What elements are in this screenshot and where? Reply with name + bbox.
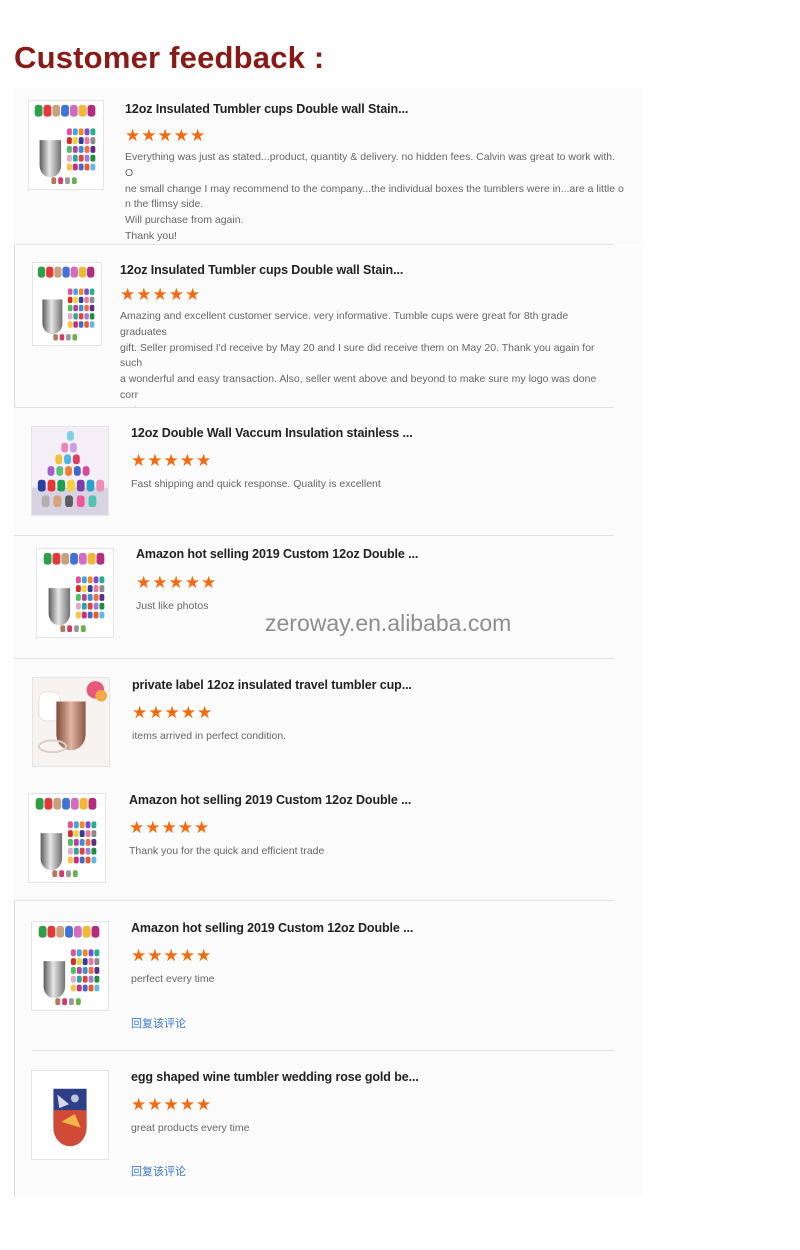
review-card: 12oz Double Wall Vaccum Insulation stain… (14, 408, 642, 536)
review-card: Amazon hot selling 2019 Custom 12oz Doub… (14, 901, 642, 1051)
product-title[interactable]: Amazon hot selling 2019 Custom 12oz Doub… (131, 921, 413, 935)
review-comment-line: Will purchase from again. (125, 214, 244, 227)
product-thumbnail[interactable] (32, 262, 102, 346)
review-comment-line: great products every time (131, 1122, 250, 1134)
review-comment-line: items arrived in perfect condition. (132, 730, 287, 742)
tumbler-color-grid-icon (37, 549, 113, 637)
tumbler-color-grid-icon (29, 101, 103, 189)
page-title: Customer feedback : (14, 40, 325, 75)
product-title[interactable]: 12oz Insulated Tumbler cups Double wall … (125, 102, 408, 116)
rating-stars: ★★★★★ (131, 1095, 213, 1114)
tumbler-flag-print-icon (32, 1071, 108, 1159)
rating-stars: ★★★★★ (120, 285, 202, 304)
rating-stars: ★★★★★ (131, 451, 213, 470)
tumbler-rose-gold-icon (33, 678, 109, 766)
product-title[interactable]: 12oz Insulated Tumbler cups Double wall … (120, 263, 403, 277)
review-card: Amazon hot selling 2019 Custom 12oz Doub… (14, 536, 642, 659)
reply-to-review-link[interactable]: 回复该评论 (131, 1015, 186, 1031)
product-thumbnail[interactable] (31, 426, 109, 516)
product-title[interactable]: 12oz Double Wall Vaccum Insulation stain… (131, 426, 413, 440)
product-title[interactable]: Amazon hot selling 2019 Custom 12oz Doub… (136, 547, 418, 561)
watermark: zeroway.en.alibaba.com (265, 610, 512, 636)
product-title[interactable]: egg shaped wine tumbler wedding rose gol… (131, 1070, 419, 1084)
product-title[interactable]: private label 12oz insulated travel tumb… (132, 678, 412, 692)
divider (14, 246, 15, 408)
rating-stars: ★★★★★ (131, 946, 213, 965)
review-card: 12oz Insulated Tumbler cups Double wall … (14, 88, 642, 245)
review-card: egg shaped wine tumbler wedding rose gol… (14, 1051, 642, 1197)
review-comment-line: n the flimsy side. (125, 198, 204, 211)
product-thumbnail[interactable] (31, 921, 109, 1011)
rating-stars: ★★★★★ (132, 703, 214, 722)
tumbler-stack-icon (32, 427, 108, 515)
divider (14, 1051, 15, 1197)
reply-to-review-link[interactable]: 回复该评论 (131, 1163, 186, 1179)
product-thumbnail[interactable] (32, 677, 110, 767)
review-comment: items arrived in perfect condition. (132, 729, 532, 745)
rating-stars: ★★★★★ (129, 818, 211, 837)
product-thumbnail[interactable] (36, 548, 114, 638)
review-comment: Fast shipping and quick response. Qualit… (131, 477, 601, 493)
product-thumbnail[interactable] (28, 100, 104, 190)
review-comment-line: Amazing and excellent customer service. … (120, 310, 569, 338)
divider (14, 901, 15, 1051)
review-comment-line: ne small change I may recommend to the c… (125, 182, 624, 195)
review-comment-line: gift. Seller promised I'd receive by May… (120, 341, 595, 370)
review-comment: great products every time (131, 1121, 531, 1137)
review-card: 12oz Insulated Tumbler cups Double wall … (14, 246, 642, 417)
rating-stars: ★★★★★ (125, 126, 207, 145)
rating-stars: ★★★★★ (136, 573, 218, 592)
tumbler-color-grid-icon (33, 263, 101, 345)
review-comment: Thank you for the quick and efficient tr… (129, 844, 529, 860)
divider (14, 244, 614, 245)
review-comment: Amazing and excellent customer service. … (120, 309, 600, 420)
review-comment-line: Everything was just as stated...product,… (125, 151, 616, 179)
review-card: private label 12oz insulated travel tumb… (14, 659, 642, 783)
product-thumbnail[interactable] (31, 1070, 109, 1160)
review-comment: perfect every time (131, 972, 531, 988)
review-comment-line: a wonderful and easy transaction. Also, … (120, 373, 597, 401)
product-thumbnail[interactable] (28, 793, 106, 883)
review-comment-line: perfect every time (131, 973, 215, 985)
tumbler-color-grid-icon (32, 922, 108, 1010)
tumbler-color-grid-icon (29, 794, 105, 882)
review-comment-line: Thank you! (125, 229, 177, 242)
review-comment-line: Fast shipping and quick response. Qualit… (131, 478, 381, 490)
product-title[interactable]: Amazon hot selling 2019 Custom 12oz Doub… (129, 793, 411, 807)
review-comment-line: Thank you for the quick and efficient tr… (129, 845, 325, 857)
review-card: Amazon hot selling 2019 Custom 12oz Doub… (14, 783, 642, 901)
review-comment: Everything was just as stated...product,… (125, 150, 625, 245)
